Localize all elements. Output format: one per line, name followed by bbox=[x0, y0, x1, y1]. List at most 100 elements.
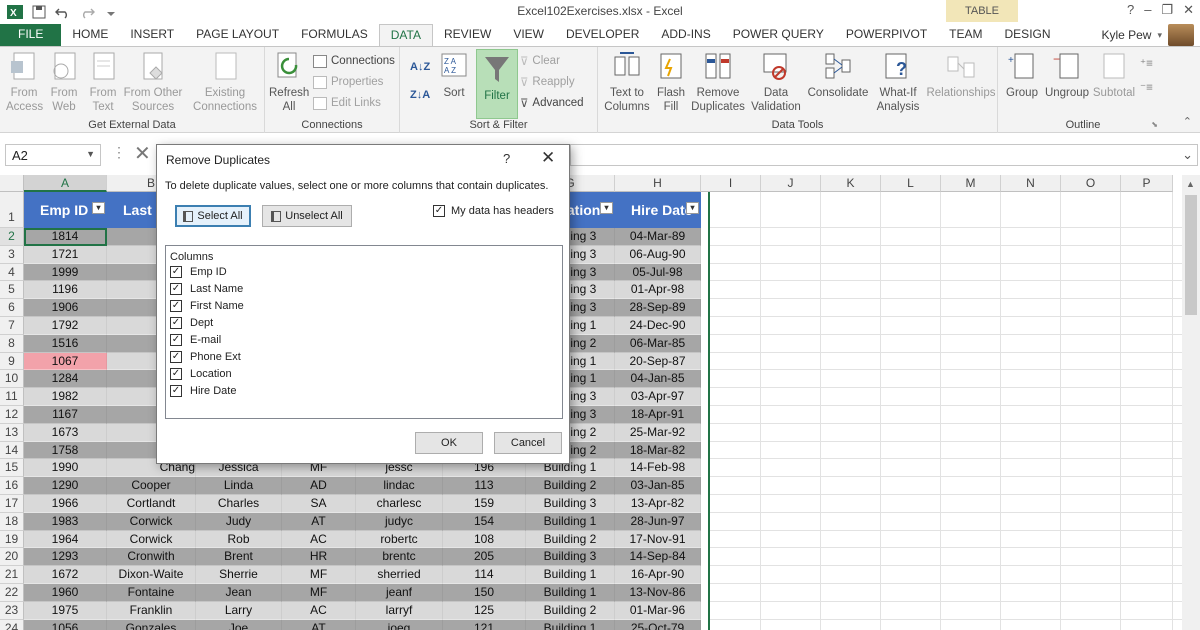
table-cell[interactable]: 05-Jul-98 bbox=[615, 263, 701, 282]
expand-formula-bar-icon[interactable]: ⌄ bbox=[1182, 147, 1193, 163]
remove-duplicates-button[interactable]: Remove Duplicates bbox=[690, 51, 746, 114]
row-header-3[interactable]: 3 bbox=[0, 245, 24, 264]
clear-filter-button[interactable]: ⊽ Clear bbox=[520, 51, 560, 71]
table-cell[interactable]: brentc bbox=[356, 548, 443, 567]
row-header-5[interactable]: 5 bbox=[0, 281, 24, 300]
column-header-n[interactable]: N bbox=[1001, 175, 1061, 192]
checkbox-checked-icon[interactable]: ✓ bbox=[170, 351, 182, 363]
table-cell[interactable]: 1196 bbox=[24, 281, 107, 300]
close-button[interactable]: ✕ bbox=[1183, 2, 1194, 18]
sort-button[interactable]: Z AA Z Sort bbox=[436, 51, 472, 100]
tab-add-ins[interactable]: ADD-INS bbox=[650, 24, 721, 46]
tab-power-query[interactable]: POWER QUERY bbox=[722, 24, 835, 46]
table-cell[interactable]: Sherrie bbox=[196, 566, 282, 584]
refresh-all-button[interactable]: Refresh All bbox=[267, 51, 311, 114]
consolidate-button[interactable]: Consolidate bbox=[806, 51, 870, 100]
checkbox-checked-icon[interactable]: ✓ bbox=[170, 368, 182, 380]
row-header-21[interactable]: 21 bbox=[0, 566, 24, 584]
table-cell[interactable]: Rob bbox=[196, 530, 282, 549]
table-cell[interactable]: 121 bbox=[443, 619, 526, 630]
row-header-10[interactable]: 10 bbox=[0, 370, 24, 389]
cancel-button[interactable]: Cancel bbox=[494, 432, 562, 454]
table-cell[interactable]: 1284 bbox=[24, 370, 107, 389]
collapse-ribbon-icon[interactable]: ⌃ bbox=[1183, 115, 1192, 128]
table-cell[interactable]: Jean bbox=[196, 584, 282, 602]
what-if-analysis-button[interactable]: ? What-If Analysis bbox=[872, 51, 924, 114]
row-header-12[interactable]: 12 bbox=[0, 406, 24, 424]
table-cell[interactable]: 1673 bbox=[24, 423, 107, 442]
column-header-o[interactable]: O bbox=[1061, 175, 1121, 192]
tab-page-layout[interactable]: PAGE LAYOUT bbox=[185, 24, 290, 46]
table-cell[interactable]: MF bbox=[282, 584, 356, 602]
table-cell[interactable]: Franklin bbox=[107, 601, 196, 620]
table-cell[interactable]: Building 2 bbox=[526, 477, 615, 495]
row-header-9[interactable]: 9 bbox=[0, 352, 24, 371]
table-header-cell[interactable]: Emp ID ▾ bbox=[24, 192, 107, 228]
table-cell[interactable]: charlesc bbox=[356, 495, 443, 513]
table-cell[interactable]: 16-Apr-90 bbox=[615, 566, 701, 584]
table-cell[interactable]: Building 1 bbox=[526, 619, 615, 630]
table-cell[interactable]: 154 bbox=[443, 512, 526, 531]
properties-button[interactable]: Properties bbox=[313, 72, 383, 92]
checkbox-checked-icon[interactable]: ✓ bbox=[170, 334, 182, 346]
table-cell[interactable]: 01-Mar-96 bbox=[615, 601, 701, 620]
tab-formulas[interactable]: FORMULAS bbox=[290, 24, 379, 46]
table-cell[interactable]: 159 bbox=[443, 495, 526, 513]
table-cell[interactable]: Cronwith bbox=[107, 548, 196, 567]
name-box[interactable]: A2 ▼ bbox=[5, 144, 101, 166]
show-detail-button[interactable]: ⁺≡ bbox=[1140, 53, 1153, 73]
table-cell[interactable]: 17-Nov-91 bbox=[615, 530, 701, 549]
text-to-columns-button[interactable]: Text to Columns bbox=[602, 51, 652, 114]
table-cell[interactable]: 1999 bbox=[24, 263, 107, 282]
column-checkbox-item[interactable]: ✓ Phone Ext bbox=[170, 351, 241, 363]
from-other-sources-button[interactable]: From Other Sources bbox=[122, 51, 184, 114]
table-cell[interactable]: Larry bbox=[196, 601, 282, 620]
tab-insert[interactable]: INSERT bbox=[119, 24, 185, 46]
table-cell[interactable]: Charles bbox=[196, 495, 282, 513]
row-header-8[interactable]: 8 bbox=[0, 334, 24, 353]
table-cell[interactable]: 18-Mar-82 bbox=[615, 441, 701, 460]
table-cell[interactable]: Joe bbox=[196, 619, 282, 630]
tab-view[interactable]: VIEW bbox=[502, 24, 555, 46]
reapply-button[interactable]: ⊽ Reapply bbox=[520, 72, 575, 92]
table-cell[interactable]: 1990 bbox=[24, 459, 107, 478]
table-cell[interactable]: 1906 bbox=[24, 299, 107, 317]
table-cell[interactable]: Building 1 bbox=[526, 584, 615, 602]
table-cell[interactable]: 1721 bbox=[24, 245, 107, 264]
table-cell[interactable]: 1966 bbox=[24, 495, 107, 513]
connections-button[interactable]: Connections bbox=[313, 51, 395, 71]
scroll-up-icon[interactable]: ▲ bbox=[1186, 179, 1195, 189]
table-cell[interactable]: robertc bbox=[356, 530, 443, 549]
flash-fill-button[interactable]: Flash Fill bbox=[654, 51, 688, 114]
table-cell[interactable]: Cooper bbox=[107, 477, 196, 495]
row-header-19[interactable]: 19 bbox=[0, 530, 24, 549]
table-cell[interactable]: 1293 bbox=[24, 548, 107, 567]
table-cell[interactable]: AT bbox=[282, 619, 356, 630]
from-web-button[interactable]: From Web bbox=[44, 51, 84, 114]
table-cell[interactable]: 04-Jan-85 bbox=[615, 370, 701, 389]
group-button[interactable]: + Group bbox=[1002, 51, 1042, 100]
checkbox-checked-icon[interactable]: ✓ bbox=[170, 283, 182, 295]
column-header-h[interactable]: H bbox=[615, 175, 701, 192]
table-cell[interactable]: 25-Mar-92 bbox=[615, 423, 701, 442]
unselect-all-button[interactable]: Unselect All bbox=[262, 205, 352, 227]
subtotal-button[interactable]: Subtotal bbox=[1092, 51, 1136, 100]
table-cell[interactable]: 114 bbox=[443, 566, 526, 584]
row-header-14[interactable]: 14 bbox=[0, 441, 24, 460]
dialog-help-button[interactable]: ? bbox=[503, 151, 510, 166]
table-cell[interactable]: 06-Mar-85 bbox=[615, 334, 701, 353]
formula-input[interactable]: ⌄ bbox=[570, 144, 1198, 166]
tab-file[interactable]: FILE bbox=[0, 24, 62, 46]
table-cell[interactable]: 1516 bbox=[24, 334, 107, 353]
table-cell[interactable]: 1758 bbox=[24, 441, 107, 460]
table-cell[interactable]: Building 2 bbox=[526, 601, 615, 620]
table-cell[interactable]: 108 bbox=[443, 530, 526, 549]
table-cell[interactable]: 20-Sep-87 bbox=[615, 352, 701, 371]
user-account[interactable]: Kyle Pew ▾ bbox=[1101, 24, 1194, 46]
table-cell[interactable]: Building 1 bbox=[526, 512, 615, 531]
filter-dropdown-icon[interactable]: ▾ bbox=[686, 202, 699, 214]
table-cell[interactable]: 25-Oct-79 bbox=[615, 619, 701, 630]
table-cell[interactable]: AD bbox=[282, 477, 356, 495]
existing-connections-button[interactable]: Existing Connections bbox=[190, 51, 260, 114]
select-all-button[interactable]: Select All bbox=[175, 205, 251, 227]
